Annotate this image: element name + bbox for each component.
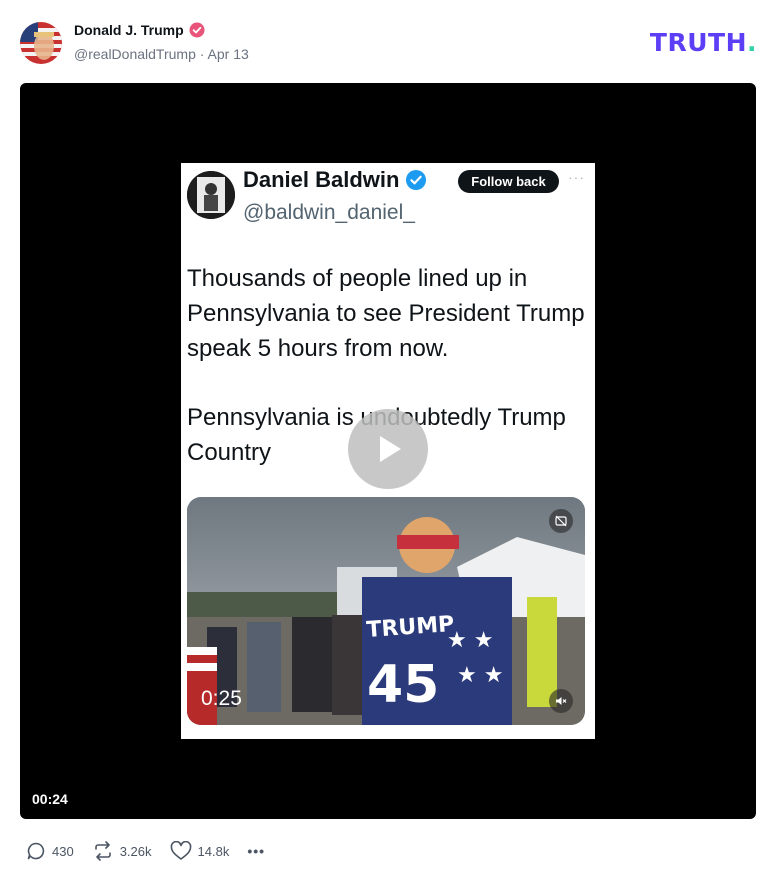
logo-dot: . bbox=[747, 28, 757, 57]
post-header: Donald J. Trump @realDonaldTrump · Apr 1… bbox=[20, 20, 757, 66]
like-button[interactable]: 14.8k bbox=[170, 841, 230, 861]
tweet-author-avatar bbox=[187, 171, 235, 219]
captions-off-icon bbox=[549, 509, 573, 533]
svg-text:45: 45 bbox=[367, 655, 439, 715]
more-options-button[interactable]: ••• bbox=[247, 843, 265, 859]
play-icon bbox=[380, 436, 401, 462]
retruth-button[interactable]: 3.26k bbox=[92, 841, 152, 861]
post-meta: @realDonaldTrump · Apr 13 bbox=[74, 46, 249, 62]
logo-text: TRUTH bbox=[649, 28, 747, 57]
comment-icon bbox=[27, 842, 45, 860]
retruth-icon bbox=[94, 841, 111, 861]
follow-back-button: Follow back bbox=[458, 170, 559, 193]
tweet-media-video: TRUMP 45 ★ ★ ★ ★ 0:25 bbox=[187, 497, 585, 725]
tweet-author-name: Daniel Baldwin bbox=[243, 167, 400, 192]
video-player[interactable]: Daniel Baldwin @baldwin_daniel_ Follow b… bbox=[20, 83, 756, 819]
media-duration: 0:25 bbox=[201, 687, 242, 710]
play-button[interactable] bbox=[348, 409, 428, 489]
svg-text:★ ★: ★ ★ bbox=[447, 628, 493, 653]
heart-icon bbox=[170, 841, 191, 860]
rally-crowd-photo: TRUMP 45 ★ ★ ★ ★ bbox=[187, 497, 585, 725]
author-avatar[interactable] bbox=[20, 22, 62, 64]
reply-button[interactable]: 430 bbox=[26, 841, 74, 861]
post-actions: 430 3.26k 14.8k ••• bbox=[26, 838, 283, 864]
more-icon: ••• bbox=[247, 843, 266, 859]
truth-logo[interactable]: TRUTH. bbox=[650, 28, 757, 57]
verified-badge-icon bbox=[189, 22, 205, 38]
blue-check-icon bbox=[406, 170, 427, 190]
tweet-paragraph: Thousands of people lined up in Pennsylv… bbox=[187, 265, 585, 362]
mute-icon bbox=[549, 689, 573, 713]
svg-text:★ ★: ★ ★ bbox=[457, 663, 503, 688]
video-timestamp: 00:24 bbox=[32, 791, 68, 807]
reply-count: 430 bbox=[52, 843, 74, 859]
author-name[interactable]: Donald J. Trump bbox=[74, 22, 184, 38]
tweet-more-icon: ··· bbox=[568, 169, 585, 185]
like-count: 14.8k bbox=[197, 843, 230, 859]
retruth-count: 3.26k bbox=[119, 843, 152, 859]
tweet-author-handle: @baldwin_daniel_ bbox=[243, 201, 415, 224]
